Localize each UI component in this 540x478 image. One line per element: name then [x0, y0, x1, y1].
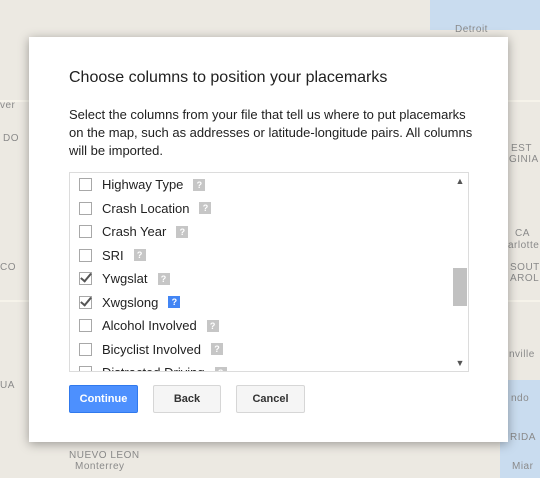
help-icon[interactable]: ?	[176, 225, 189, 238]
map-label: DO	[3, 133, 19, 144]
back-button[interactable]: Back	[153, 385, 221, 413]
map-label: GINIA	[509, 154, 539, 165]
column-label: Highway Type	[102, 177, 184, 193]
column-label: Xwgslong	[102, 294, 159, 310]
cancel-button[interactable]: Cancel	[236, 385, 305, 413]
help-icon[interactable]: ?	[214, 366, 227, 371]
help-icon[interactable]: ?	[133, 249, 146, 262]
help-icon[interactable]: ?	[193, 178, 206, 191]
map-label: CO	[0, 262, 16, 273]
map-label-detroit: Detroit	[455, 24, 488, 35]
column-label: Alcohol Involved	[102, 318, 197, 334]
column-checkbox[interactable]	[79, 342, 92, 356]
continue-button[interactable]: Continue	[69, 385, 138, 413]
column-list-items: Highway Type? Crash Location? Crash Year? S…	[70, 173, 452, 371]
map-label: ndo	[511, 393, 530, 404]
column-label: Distracted Driving	[102, 365, 205, 371]
map-label: arlotte	[508, 240, 540, 251]
column-list[interactable]: Highway Type? Crash Location? Crash Year? S…	[69, 172, 469, 372]
choose-columns-dialog: Choose columns to position your placemar…	[29, 37, 508, 442]
column-list-item[interactable]: Bicyclist Involved?	[70, 338, 452, 362]
dialog-description: Select the columns from your file that t…	[69, 107, 473, 158]
column-checkbox[interactable]	[79, 295, 92, 309]
scroll-up-arrow-icon[interactable]: ▲	[452, 173, 468, 189]
column-checkbox[interactable]	[79, 201, 92, 215]
help-icon[interactable]: ?	[168, 296, 181, 309]
dialog-title: Choose columns to position your placemar…	[69, 69, 388, 86]
column-list-item[interactable]: Highway Type?	[70, 173, 452, 197]
column-checkbox[interactable]	[79, 225, 92, 239]
map-label: UA	[0, 380, 15, 391]
map-label: Miar	[512, 461, 534, 472]
column-checkbox[interactable]	[79, 178, 92, 192]
column-list-item[interactable]: SRI?	[70, 244, 452, 268]
map-label: NUEVO LEON	[69, 450, 140, 461]
scroll-down-arrow-icon[interactable]: ▼	[452, 355, 468, 371]
map-label: AROLI	[510, 273, 540, 284]
column-label: Crash Location	[102, 200, 190, 216]
map-label: RIDA	[510, 432, 536, 443]
map-label: SOUTH	[510, 262, 540, 273]
scrollbar[interactable]: ▲ ▼	[452, 173, 468, 371]
column-list-item[interactable]: Xwgslong?	[70, 291, 452, 315]
map-label: Monterrey	[75, 461, 125, 472]
column-list-item[interactable]: Ywgslat?	[70, 267, 452, 291]
column-checkbox[interactable]	[79, 272, 92, 286]
column-list-item[interactable]: Alcohol Involved?	[70, 314, 452, 338]
map-label: CA	[515, 228, 530, 239]
column-list-item[interactable]: Distracted Driving?	[70, 361, 452, 371]
column-label: SRI	[102, 247, 124, 263]
column-list-item[interactable]: Crash Location?	[70, 197, 452, 221]
help-icon[interactable]: ?	[157, 272, 170, 285]
column-label: Crash Year	[102, 224, 167, 240]
column-checkbox[interactable]	[79, 366, 92, 371]
column-list-item[interactable]: Crash Year?	[70, 220, 452, 244]
scroll-thumb[interactable]	[453, 268, 467, 306]
column-checkbox[interactable]	[79, 319, 92, 333]
column-checkbox[interactable]	[79, 248, 92, 262]
column-label: Ywgslat	[102, 271, 148, 287]
help-icon[interactable]: ?	[210, 343, 223, 356]
map-label: EST	[511, 143, 532, 154]
help-icon[interactable]: ?	[199, 202, 212, 215]
map-label: nville	[509, 349, 535, 360]
map-label: ver	[0, 100, 16, 111]
help-icon[interactable]: ?	[206, 319, 219, 332]
column-label: Bicyclist Involved	[102, 341, 201, 357]
